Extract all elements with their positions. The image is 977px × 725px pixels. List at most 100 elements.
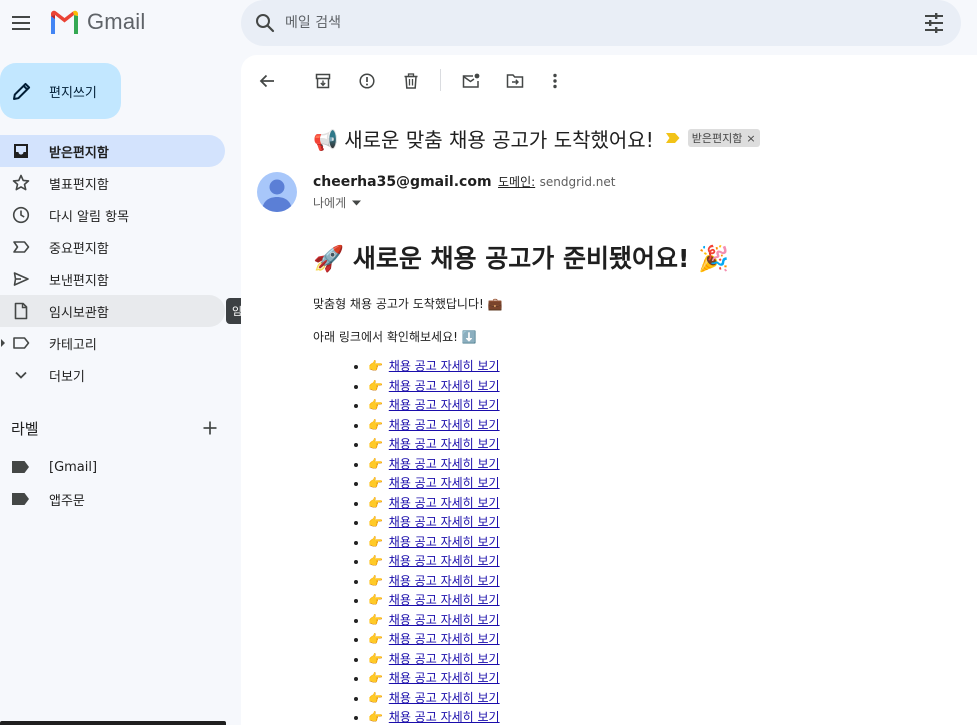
pointing-hand-icon: 👉 (368, 573, 383, 588)
pointing-hand-icon: 👉 (368, 534, 383, 549)
plus-icon (203, 421, 217, 435)
sidebar-item-label: 보낸편지함 (49, 273, 109, 289)
list-item: 👉 채용 공고 자세히 보기 (368, 416, 500, 436)
label-important-icon (12, 238, 30, 256)
sidebar-item-label: 더보기 (49, 369, 85, 385)
sidebar-item-important[interactable]: 중요편지함 (0, 231, 225, 263)
expand-arrow-icon[interactable] (0, 338, 6, 348)
job-detail-link[interactable]: 채용 공고 자세히 보기 (389, 379, 500, 393)
pointing-hand-icon: 👉 (368, 398, 383, 412)
person-icon (262, 179, 292, 212)
job-detail-link[interactable]: 채용 공고 자세히 보기 (389, 652, 500, 666)
job-detail-link[interactable]: 채용 공고 자세히 보기 (389, 613, 500, 627)
compose-button[interactable]: 편지쓰기 (0, 63, 121, 119)
search-input[interactable] (285, 0, 885, 46)
compose-label: 편지쓰기 (49, 85, 97, 101)
job-detail-link[interactable]: 채용 공고 자세히 보기 (389, 554, 500, 568)
job-detail-link[interactable]: 채용 공고 자세히 보기 (389, 476, 500, 490)
job-detail-link[interactable]: 채용 공고 자세히 보기 (389, 671, 500, 685)
sidebar-item-more[interactable]: 더보기 (0, 359, 225, 391)
sidebar-item-drafts[interactable]: 임시보관함 (0, 295, 225, 327)
job-detail-link[interactable]: 채용 공고 자세히 보기 (389, 515, 500, 529)
label-item-text: 앱주문 (49, 493, 85, 509)
label-item-app-order[interactable]: 앱주문 (12, 488, 85, 510)
list-item: 👉 채용 공고 자세히 보기 (368, 611, 500, 631)
remove-label-button[interactable]: × (746, 132, 755, 145)
list-item: 👉 채용 공고 자세히 보기 (368, 455, 500, 475)
job-detail-link[interactable]: 채용 공고 자세히 보기 (389, 496, 500, 510)
main-menu-button[interactable] (5, 7, 37, 39)
search-options-icon[interactable] (923, 12, 945, 34)
inbox-label-chip[interactable]: 받은편지함 × (687, 129, 760, 147)
list-item: 👉 채용 공고 자세히 보기 (368, 708, 500, 725)
mark-unread-icon (462, 73, 480, 88)
list-item: 👉 채용 공고 자세히 보기 (368, 572, 500, 592)
draft-icon (12, 302, 30, 320)
sidebar-item-snoozed[interactable]: 다시 알림 항목 (0, 199, 225, 231)
top-bar: Gmail (0, 0, 977, 46)
back-button[interactable] (253, 67, 281, 95)
importance-marker[interactable] (665, 133, 680, 143)
pointing-hand-icon: 👉 (368, 651, 383, 666)
recipient-line[interactable]: 나에게 (313, 194, 362, 211)
sender-avatar[interactable] (257, 172, 297, 212)
sidebar-item-inbox[interactable]: 받은편지함 (0, 135, 225, 167)
sidebar-item-label: 중요편지함 (49, 241, 109, 257)
sidebar-item-categories[interactable]: 카테고리 (0, 327, 225, 359)
pointing-hand-icon: 👉 (368, 476, 383, 490)
add-label-button[interactable] (198, 416, 222, 440)
label-outline-icon (12, 334, 30, 352)
gmail-wordmark: Gmail (87, 9, 146, 34)
list-item: 👉 채용 공고 자세히 보기 (368, 669, 500, 689)
arrow-back-icon (259, 74, 274, 88)
pointing-hand-icon: 👉 (368, 378, 383, 393)
archive-icon (315, 73, 331, 89)
archive-button[interactable] (309, 67, 337, 95)
subject-row: 📢 새로운 맞춤 채용 공고가 도착했어요! 받은편지함 × (313, 123, 760, 153)
report-spam-button[interactable] (353, 67, 381, 95)
more-actions-button[interactable] (541, 67, 569, 95)
delete-button[interactable] (397, 67, 425, 95)
job-detail-link[interactable]: 채용 공고 자세히 보기 (389, 398, 500, 412)
search-icon[interactable] (253, 11, 277, 35)
sidebar-item-label: 받은편지함 (49, 145, 109, 161)
pointing-hand-icon: 👉 (368, 515, 383, 529)
sidebar-item-label: 카테고리 (49, 337, 97, 353)
pointing-hand-icon: 👉 (368, 495, 383, 510)
sidebar-item-starred[interactable]: 별표편지함 (0, 167, 225, 199)
job-detail-link[interactable]: 채용 공고 자세히 보기 (389, 593, 500, 607)
gmail-m-icon (51, 10, 78, 34)
move-to-button[interactable] (501, 67, 529, 95)
list-item: 👉 채용 공고 자세히 보기 (368, 357, 500, 377)
message-subject: 📢 새로운 맞춤 채용 공고가 도착했어요! (313, 127, 654, 152)
job-detail-link[interactable]: 채용 공고 자세히 보기 (389, 710, 500, 724)
list-item: 👉 채용 공고 자세히 보기 (368, 396, 500, 416)
mark-unread-button[interactable] (457, 67, 485, 95)
label-icon (12, 493, 29, 505)
label-icon (12, 461, 29, 473)
search-bar (241, 0, 961, 46)
list-item: 👉 채용 공고 자세히 보기 (368, 552, 500, 572)
job-detail-link[interactable]: 채용 공고 자세히 보기 (389, 437, 500, 451)
label-item-gmail[interactable]: [Gmail] (12, 456, 97, 478)
job-detail-link[interactable]: 채용 공고 자세히 보기 (389, 418, 500, 432)
pointing-hand-icon: 👉 (368, 690, 383, 705)
list-item: 👉 채용 공고 자세히 보기 (368, 513, 500, 533)
pointing-hand-icon: 👉 (368, 554, 383, 568)
job-detail-link[interactable]: 채용 공고 자세히 보기 (389, 457, 500, 471)
email-paragraph: 맞춤형 채용 공고가 도착했답니다! 💼 (313, 297, 503, 311)
via-domain-label[interactable]: 도메인: (498, 175, 535, 189)
sidebar-item-label: 임시보관함 (49, 305, 109, 321)
job-detail-link[interactable]: 채용 공고 자세히 보기 (389, 535, 500, 549)
pointing-hand-icon: 👉 (368, 710, 383, 724)
job-detail-link[interactable]: 채용 공고 자세히 보기 (389, 359, 500, 373)
job-detail-link[interactable]: 채용 공고 자세히 보기 (389, 632, 500, 646)
gmail-logo[interactable]: Gmail (49, 9, 145, 35)
more-vert-icon (553, 73, 557, 89)
job-detail-link[interactable]: 채용 공고 자세히 보기 (389, 691, 500, 705)
job-detail-link[interactable]: 채용 공고 자세히 보기 (389, 574, 500, 588)
sidebar-item-sent[interactable]: 보낸편지함 (0, 263, 225, 295)
sender-email[interactable]: cheerha35@gmail.com (313, 174, 492, 190)
email-paragraph: 아래 링크에서 확인해보세요! ⬇️ (313, 330, 477, 344)
labels-title: 라벨 (11, 419, 39, 438)
